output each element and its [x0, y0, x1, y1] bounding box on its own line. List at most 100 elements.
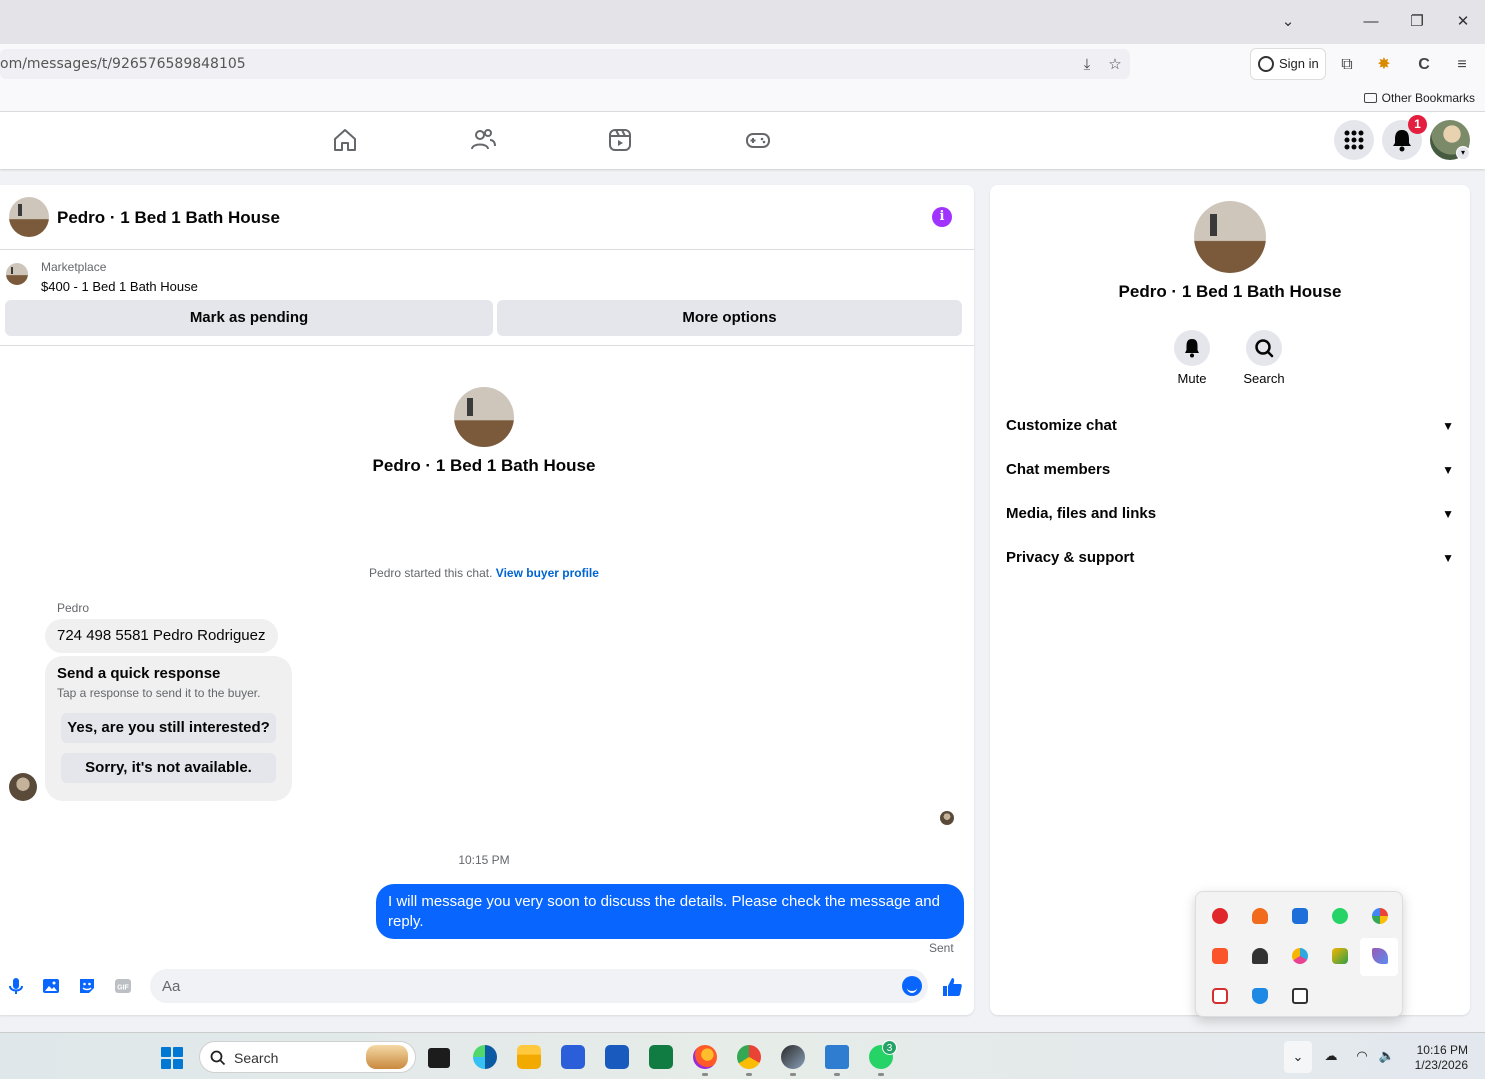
defender-icon[interactable]: [1252, 988, 1268, 1004]
copilot-icon[interactable]: [1292, 948, 1308, 964]
firefox-icon[interactable]: [693, 1045, 717, 1069]
info-panel-avatar[interactable]: [1194, 201, 1266, 273]
bell-icon: [1185, 339, 1199, 358]
photo-icon[interactable]: [41, 976, 61, 996]
install-app-icon[interactable]: ⤓: [1077, 55, 1097, 75]
app-icon[interactable]: [781, 1045, 805, 1069]
listing-thumbnail[interactable]: [6, 263, 28, 285]
section-label: Customize chat: [1006, 417, 1117, 434]
mute-label: Mute: [1177, 371, 1207, 386]
media-files-links-section[interactable]: Media, files and links ▼: [1006, 494, 1454, 534]
facebook-top-nav: 1 ▾: [0, 112, 1485, 169]
mark-as-pending-button[interactable]: Mark as pending: [5, 300, 493, 336]
seen-receipt-avatar: [940, 811, 954, 825]
extensions-icon[interactable]: ⧉: [1336, 54, 1358, 76]
tab-list-chevron-icon[interactable]: ⌄: [1276, 10, 1300, 34]
network-adapter-icon[interactable]: [1252, 948, 1268, 964]
menu-grid-icon: [1344, 130, 1364, 150]
word-icon[interactable]: [605, 1045, 629, 1069]
thumbs-up-icon[interactable]: [941, 976, 963, 998]
notepad-icon[interactable]: [825, 1045, 849, 1069]
sign-in-button[interactable]: Sign in: [1250, 48, 1326, 80]
quick-response-sorry-button[interactable]: Sorry, it's not available.: [61, 753, 276, 783]
search-icon: [210, 1050, 226, 1066]
extension-honey-icon[interactable]: ✸: [1373, 54, 1395, 76]
conversation-avatar[interactable]: [454, 387, 514, 447]
edge-icon[interactable]: [473, 1045, 497, 1069]
gif-icon[interactable]: GIF: [113, 976, 133, 996]
search-in-conversation-button[interactable]: [1246, 330, 1282, 366]
account-icon: [1258, 56, 1274, 72]
info-tray-icon[interactable]: [1292, 908, 1308, 924]
account-chevron-icon[interactable]: ▾: [1456, 146, 1470, 160]
message-composer[interactable]: Aa: [150, 969, 928, 1003]
view-buyer-profile-link[interactable]: View buyer profile: [496, 566, 599, 580]
chevron-down-icon: ▼: [1442, 463, 1454, 477]
incoming-message-bubble[interactable]: 724 498 5581 Pedro Rodriguez: [45, 619, 278, 653]
friends-icon[interactable]: [469, 126, 497, 154]
conversation-name: Pedro · 1 Bed 1 Bath House: [372, 456, 596, 475]
taskbar-search-placeholder: Search: [234, 1050, 279, 1066]
clock[interactable]: 10:16 PM 1/23/2026: [1408, 1043, 1468, 1073]
usb-device-icon[interactable]: [1292, 988, 1308, 1004]
video-icon[interactable]: [606, 126, 634, 154]
chat-members-section[interactable]: Chat members ▼: [1006, 450, 1454, 490]
windows-taskbar: Search 3 ⌄ ☁ ◠ 🔈 10:16 PM 1/23/2026: [0, 1032, 1485, 1079]
sticker-icon[interactable]: [77, 976, 97, 996]
emoji-icon[interactable]: [902, 976, 922, 996]
file-explorer-icon[interactable]: [517, 1045, 541, 1069]
taskbar-search-box[interactable]: Search: [199, 1041, 416, 1073]
cloud-offline-icon[interactable]: ☁: [1322, 1047, 1340, 1065]
system-tray-overflow: [1195, 891, 1403, 1017]
microsoft-store-icon[interactable]: [561, 1045, 585, 1069]
outgoing-message-bubble[interactable]: I will message you very soon to discuss …: [376, 884, 964, 939]
minimize-button[interactable]: —: [1359, 10, 1383, 34]
listing-title[interactable]: $400 - 1 Bed 1 Bath House: [41, 279, 198, 294]
windows-start-icon[interactable]: [161, 1047, 183, 1069]
sender-avatar[interactable]: [9, 773, 37, 801]
firewall-icon[interactable]: [1252, 908, 1268, 924]
bookmark-star-icon[interactable]: ☆: [1105, 55, 1125, 75]
task-view-icon[interactable]: [428, 1048, 450, 1068]
chat-started-notice: Pedro started this chat. View buyer prof…: [0, 566, 968, 580]
more-options-button[interactable]: More options: [497, 300, 962, 336]
notepad-running-indicator: [834, 1073, 840, 1076]
url-text: om/messages/t/926576589848105: [0, 56, 246, 72]
wifi-icon[interactable]: ◠: [1353, 1047, 1371, 1065]
quick-response-subtitle: Tap a response to send it to the buyer.: [57, 686, 261, 700]
privacy-support-section[interactable]: Privacy & support ▼: [1006, 538, 1454, 578]
brave-icon[interactable]: [1212, 948, 1228, 964]
other-bookmarks[interactable]: Other Bookmarks: [1363, 91, 1475, 105]
whatsapp-tray-icon[interactable]: [1332, 908, 1348, 924]
home-icon[interactable]: [331, 126, 359, 154]
expressvpn-icon[interactable]: [1212, 908, 1228, 924]
section-label: Chat members: [1006, 461, 1111, 478]
browser-titlebar: ⌄ — ❐ ✕: [0, 0, 1485, 44]
customize-chat-section[interactable]: Customize chat ▼: [1006, 406, 1454, 446]
gaming-icon[interactable]: [744, 126, 772, 154]
mute-button[interactable]: [1174, 330, 1210, 366]
volume-icon[interactable]: 🔈: [1378, 1047, 1396, 1065]
quick-response-yes-button[interactable]: Yes, are you still interested?: [61, 713, 276, 743]
menu-grid-button[interactable]: [1334, 120, 1374, 160]
sender-name: Pedro: [57, 601, 90, 615]
search-icon: [1255, 339, 1274, 358]
extension-c-icon[interactable]: C: [1413, 54, 1435, 76]
excel-icon[interactable]: [649, 1045, 673, 1069]
show-hidden-icons-chevron-icon[interactable]: ⌄: [1284, 1041, 1312, 1073]
chat-title[interactable]: Pedro · 1 Bed 1 Bath House: [57, 208, 280, 228]
close-button[interactable]: ✕: [1451, 10, 1475, 34]
chat-header-avatar[interactable]: [9, 197, 49, 237]
clock-time: 10:16 PM: [1416, 1043, 1468, 1057]
chrome-tray-icon[interactable]: [1372, 908, 1388, 924]
info-panel-name: Pedro · 1 Bed 1 Bath House: [1118, 282, 1342, 301]
address-bar[interactable]: om/messages/t/926576589848105 ⤓ ☆: [0, 49, 1130, 79]
browser-menu-icon[interactable]: ≡: [1451, 54, 1473, 76]
acrobat-icon[interactable]: [1212, 988, 1228, 1004]
search-highlight-image: [366, 1045, 408, 1069]
font-tool-icon[interactable]: [1332, 948, 1348, 964]
chrome-icon[interactable]: [737, 1045, 761, 1069]
restore-button[interactable]: ❐: [1405, 10, 1429, 34]
info-icon[interactable]: i: [932, 207, 952, 227]
microphone-icon[interactable]: [6, 976, 26, 996]
